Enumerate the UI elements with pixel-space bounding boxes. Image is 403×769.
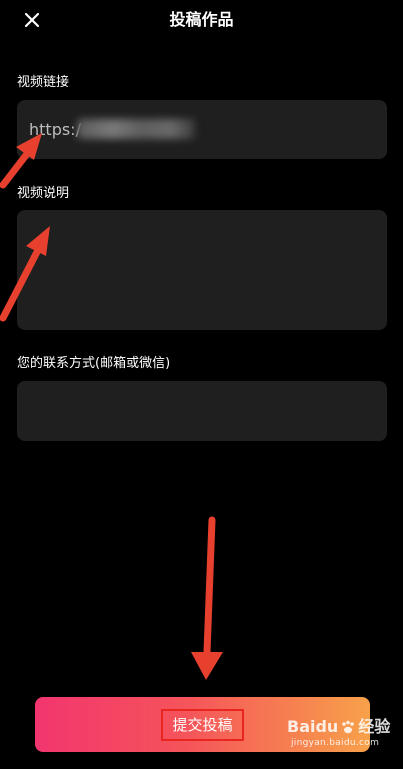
page-title: 投稿作品 <box>169 10 234 29</box>
contact-field[interactable] <box>17 381 387 441</box>
watermark-suffix: 经验 <box>358 717 391 736</box>
video-link-value: https:/ <box>29 120 81 139</box>
watermark-url: jingyan.baidu.com <box>291 738 380 748</box>
annotation-arrow-submit <box>191 516 223 680</box>
redacted-url-blur <box>77 119 195 139</box>
paw-icon <box>342 720 355 734</box>
submit-button-label: 提交投稿 <box>161 708 244 741</box>
baidu-jingyan-watermark: Baidu 经验 jingyan.baidu.com <box>287 717 397 763</box>
video-desc-field[interactable] <box>17 210 387 330</box>
video-link-field[interactable]: https:/ <box>17 100 387 159</box>
contact-label: 您的联系方式(邮箱或微信) <box>17 356 171 371</box>
video-link-label: 视频链接 <box>17 75 70 90</box>
watermark-brand: Baidu <box>287 717 339 736</box>
video-desc-label: 视频说明 <box>17 186 70 201</box>
